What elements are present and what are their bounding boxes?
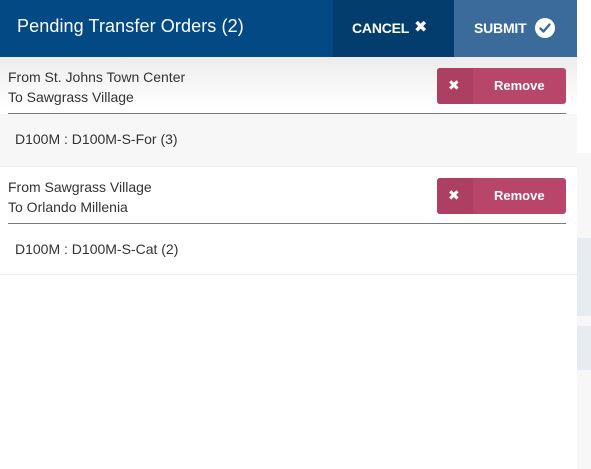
- row-separator: [0, 274, 577, 275]
- remove-button-label: Remove: [494, 78, 545, 93]
- transfer-order-header: From St. Johns Town Center To Sawgrass V…: [0, 57, 577, 113]
- close-icon: ✖: [414, 19, 428, 36]
- transfer-to-location: To Sawgrass Village: [8, 89, 134, 105]
- submit-button-label: SUBMIT: [474, 20, 527, 36]
- transfer-orders-panel: Pending Transfer Orders (2) CANCEL ✖ SUB…: [0, 0, 577, 469]
- check-icon: [535, 18, 555, 38]
- background-block: [577, 326, 591, 370]
- panel-header: Pending Transfer Orders (2) CANCEL ✖ SUB…: [0, 0, 577, 57]
- remove-button-label: Remove: [494, 188, 545, 203]
- background-block: [577, 0, 591, 153]
- cancel-button[interactable]: CANCEL ✖: [333, 0, 454, 57]
- remove-button[interactable]: ✖ Remove: [437, 178, 566, 214]
- list-item: D100M : D100M-S-Cat (2): [0, 224, 577, 276]
- background-block: [577, 238, 591, 316]
- remove-icon-wrap: ✖: [437, 68, 473, 104]
- close-icon: ✖: [448, 77, 460, 93]
- transfer-from-location: From Sawgrass Village: [8, 179, 152, 195]
- remove-icon-wrap: ✖: [437, 178, 473, 214]
- remove-button[interactable]: ✖ Remove: [437, 68, 566, 104]
- transfer-from-location: From St. Johns Town Center: [8, 69, 186, 85]
- transfer-to-location: To Orlando Millenia: [8, 199, 128, 215]
- close-icon: ✖: [448, 187, 460, 203]
- submit-button[interactable]: SUBMIT: [454, 0, 577, 57]
- transfer-item: D100M : D100M-S-For (3): [15, 131, 178, 147]
- transfer-order-header: From Sawgrass Village To Orlando Milleni…: [0, 167, 577, 223]
- page-title: Pending Transfer Orders (2): [17, 16, 244, 36]
- transfer-item: D100M : D100M-S-Cat (2): [15, 241, 179, 257]
- transfer-order: From St. Johns Town Center To Sawgrass V…: [0, 57, 577, 167]
- cancel-button-label: CANCEL: [352, 20, 410, 36]
- background-page-edge: [577, 0, 591, 469]
- transfer-order: From Sawgrass Village To Orlando Milleni…: [0, 167, 577, 277]
- list-item: D100M : D100M-S-For (3): [0, 114, 577, 166]
